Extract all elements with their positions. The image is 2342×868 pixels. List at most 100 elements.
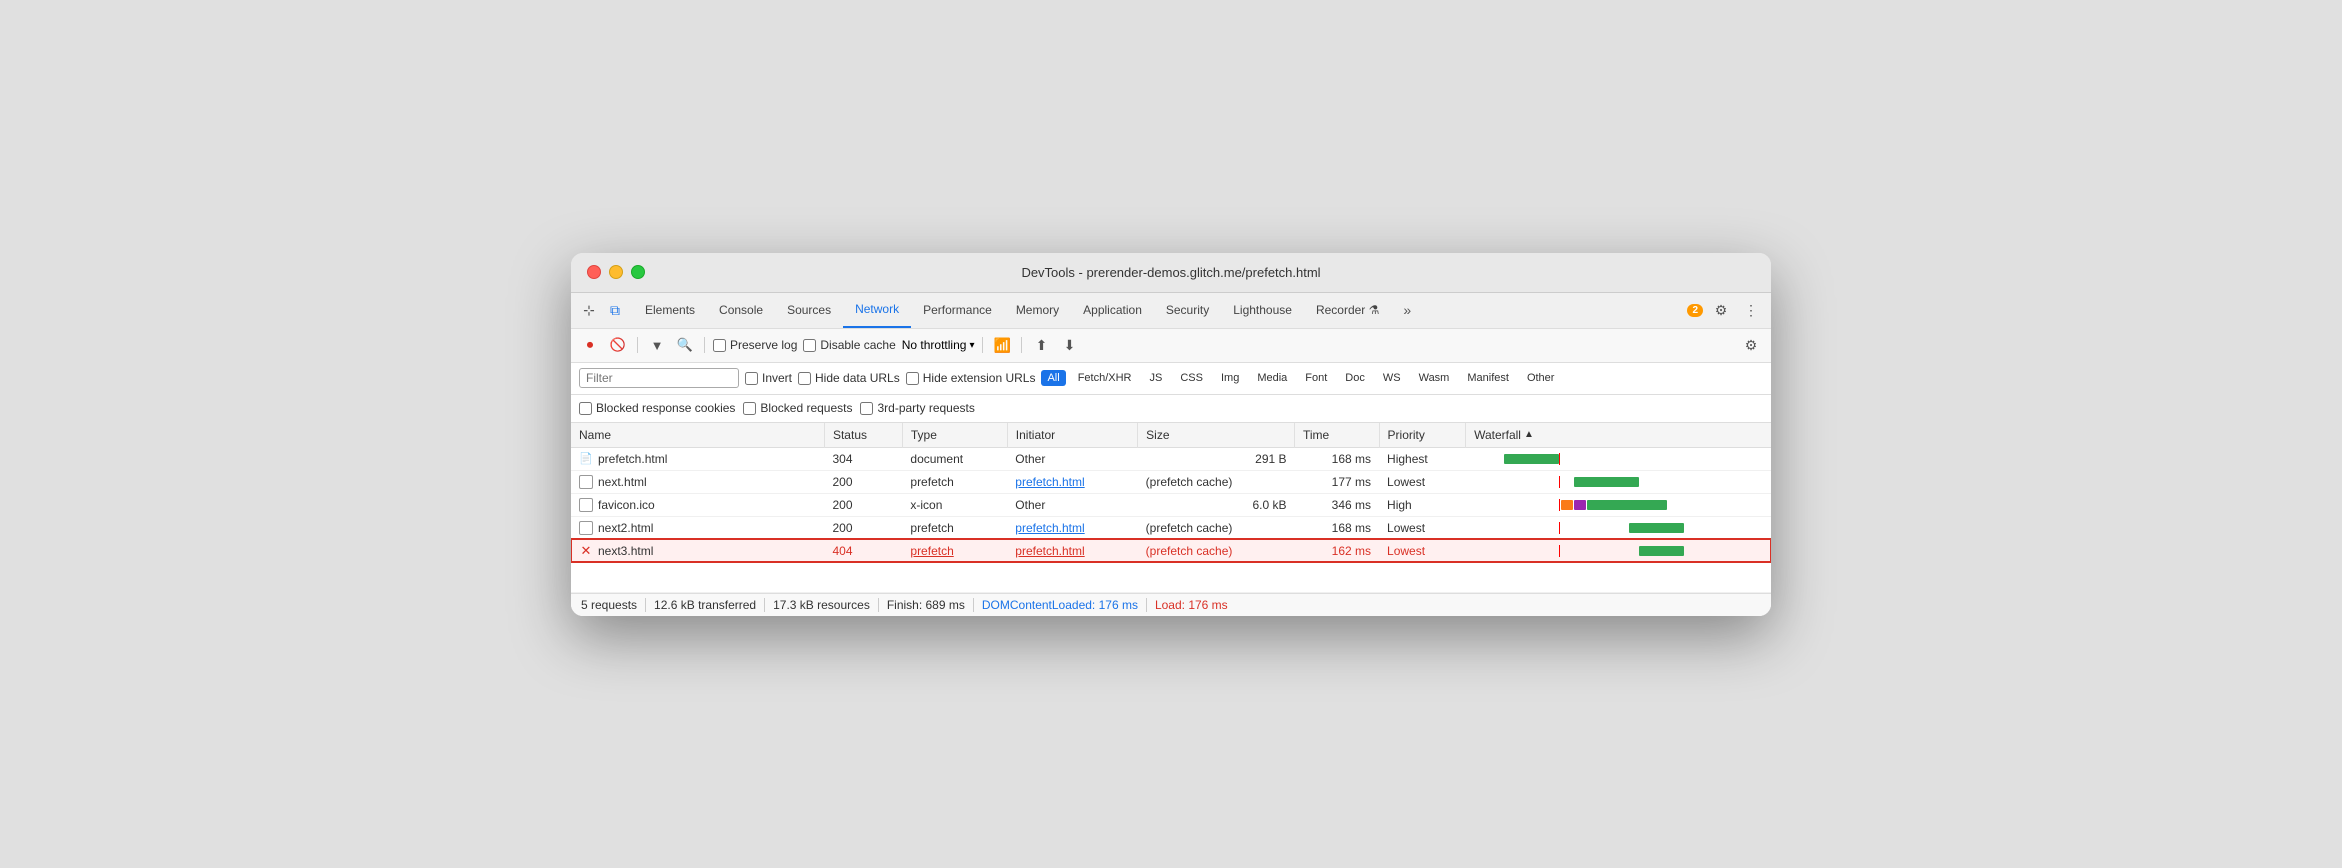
inspect-icon[interactable]: ⊹ bbox=[579, 300, 599, 320]
download-icon[interactable]: ⬇ bbox=[1058, 334, 1080, 356]
clear-button[interactable]: 🚫 bbox=[607, 334, 629, 356]
tab-security[interactable]: Security bbox=[1154, 293, 1221, 328]
cell-waterfall bbox=[1466, 470, 1771, 493]
table-row[interactable]: 📄 prefetch.html 304 document Other 291 B… bbox=[571, 447, 1771, 470]
blocked-requests-label[interactable]: Blocked requests bbox=[743, 401, 852, 415]
table-row[interactable]: next.html 200 prefetch prefetch.html (pr… bbox=[571, 470, 1771, 493]
tab-network[interactable]: Network bbox=[843, 293, 911, 328]
invert-checkbox[interactable] bbox=[745, 372, 758, 385]
filter-type-wasm[interactable]: Wasm bbox=[1413, 370, 1456, 386]
hide-data-urls-label[interactable]: Hide data URLs bbox=[798, 371, 900, 385]
filter-type-manifest[interactable]: Manifest bbox=[1461, 370, 1515, 386]
device-toggle-icon[interactable]: ⧉ bbox=[605, 300, 625, 320]
settings-icon[interactable]: ⚙ bbox=[1709, 298, 1733, 322]
cell-waterfall bbox=[1466, 516, 1771, 539]
search-icon[interactable]: 🔍 bbox=[674, 334, 696, 356]
filter-icon[interactable]: ▼ bbox=[646, 334, 668, 356]
sort-arrow-icon: ▲ bbox=[1524, 429, 1534, 440]
status-finish: Finish: 689 ms bbox=[879, 598, 974, 612]
status-resources: 17.3 kB resources bbox=[765, 598, 879, 612]
status-domcontentloaded: DOMContentLoaded: 176 ms bbox=[974, 598, 1147, 612]
filter-type-fetch[interactable]: Fetch/XHR bbox=[1072, 370, 1138, 386]
th-waterfall[interactable]: Waterfall ▲ bbox=[1466, 423, 1771, 448]
maximize-button[interactable] bbox=[631, 265, 645, 279]
cell-priority: High bbox=[1379, 493, 1466, 516]
filter-type-js[interactable]: JS bbox=[1144, 370, 1169, 386]
table-row[interactable]: next2.html 200 prefetch prefetch.html (p… bbox=[571, 516, 1771, 539]
upload-icon[interactable]: ⬆ bbox=[1030, 334, 1052, 356]
cell-name: favicon.ico bbox=[571, 493, 824, 516]
cell-size: (prefetch cache) bbox=[1138, 539, 1295, 562]
filter-input[interactable] bbox=[586, 371, 732, 385]
tab-bar-right: 2 ⚙ ⋮ bbox=[1687, 298, 1763, 322]
window-title: DevTools - prerender-demos.glitch.me/pre… bbox=[1021, 265, 1320, 280]
filter-type-doc[interactable]: Doc bbox=[1339, 370, 1371, 386]
cell-name: 📄 prefetch.html bbox=[571, 447, 824, 470]
th-name[interactable]: Name bbox=[571, 423, 824, 448]
tab-recorder[interactable]: Recorder ⚗ bbox=[1304, 293, 1391, 328]
blocked-cookies-label[interactable]: Blocked response cookies bbox=[579, 401, 735, 415]
cell-priority: Lowest bbox=[1379, 539, 1466, 562]
disable-cache-checkbox[interactable] bbox=[803, 339, 816, 352]
cell-initiator: prefetch.html bbox=[1007, 539, 1137, 562]
hide-ext-urls-checkbox[interactable] bbox=[906, 372, 919, 385]
invert-label[interactable]: Invert bbox=[745, 371, 792, 385]
filter-type-ws[interactable]: WS bbox=[1377, 370, 1407, 386]
preserve-log-checkbox[interactable] bbox=[713, 339, 726, 352]
checkbox-icon bbox=[579, 498, 593, 512]
cell-type: prefetch bbox=[902, 470, 1007, 493]
tab-more[interactable]: » bbox=[1391, 293, 1423, 328]
cell-time: 168 ms bbox=[1295, 516, 1380, 539]
close-button[interactable] bbox=[587, 265, 601, 279]
table-row-empty bbox=[571, 562, 1771, 592]
filter-type-font[interactable]: Font bbox=[1299, 370, 1333, 386]
th-size[interactable]: Size bbox=[1138, 423, 1295, 448]
cell-size: (prefetch cache) bbox=[1138, 516, 1295, 539]
tab-lighthouse[interactable]: Lighthouse bbox=[1221, 293, 1304, 328]
cell-status: 200 bbox=[824, 470, 902, 493]
record-stop-button[interactable]: ⏺ bbox=[579, 334, 601, 356]
traffic-lights bbox=[587, 265, 645, 279]
filter-type-media[interactable]: Media bbox=[1251, 370, 1293, 386]
preserve-log-label[interactable]: Preserve log bbox=[713, 338, 797, 352]
table-row[interactable]: ✕ next3.html 404 prefetch prefetch.html … bbox=[571, 539, 1771, 562]
disable-cache-label[interactable]: Disable cache bbox=[803, 338, 895, 352]
filter-input-wrap[interactable] bbox=[579, 368, 739, 388]
hide-ext-urls-label[interactable]: Hide extension URLs bbox=[906, 371, 1036, 385]
th-status[interactable]: Status bbox=[824, 423, 902, 448]
wifi-icon[interactable]: 📶 bbox=[991, 334, 1013, 356]
th-type[interactable]: Type bbox=[902, 423, 1007, 448]
th-priority[interactable]: Priority bbox=[1379, 423, 1466, 448]
blocked-cookies-checkbox[interactable] bbox=[579, 402, 592, 415]
tab-console[interactable]: Console bbox=[707, 293, 775, 328]
title-bar: DevTools - prerender-demos.glitch.me/pre… bbox=[571, 253, 1771, 293]
tab-elements[interactable]: Elements bbox=[633, 293, 707, 328]
blocked-requests-checkbox[interactable] bbox=[743, 402, 756, 415]
filter-type-other[interactable]: Other bbox=[1521, 370, 1561, 386]
tab-performance[interactable]: Performance bbox=[911, 293, 1004, 328]
tab-application[interactable]: Application bbox=[1071, 293, 1154, 328]
toolbar-separator-2 bbox=[704, 337, 705, 353]
status-requests: 5 requests bbox=[581, 598, 646, 612]
th-initiator[interactable]: Initiator bbox=[1007, 423, 1137, 448]
more-options-icon[interactable]: ⋮ bbox=[1739, 298, 1763, 322]
table-row[interactable]: favicon.ico 200 x-icon Other 6.0 kB 346 … bbox=[571, 493, 1771, 516]
cell-initiator: Other bbox=[1007, 447, 1137, 470]
network-settings-icon[interactable]: ⚙ bbox=[1739, 333, 1763, 357]
third-party-checkbox[interactable] bbox=[860, 402, 873, 415]
more-tabs-icon: » bbox=[1403, 302, 1411, 318]
cell-size: (prefetch cache) bbox=[1138, 470, 1295, 493]
filter-type-css[interactable]: CSS bbox=[1174, 370, 1209, 386]
tab-bar: ⊹ ⧉ Elements Console Sources Network Per… bbox=[571, 293, 1771, 329]
filter-type-img[interactable]: Img bbox=[1215, 370, 1245, 386]
hide-data-urls-checkbox[interactable] bbox=[798, 372, 811, 385]
minimize-button[interactable] bbox=[609, 265, 623, 279]
tab-memory[interactable]: Memory bbox=[1004, 293, 1071, 328]
th-time[interactable]: Time bbox=[1295, 423, 1380, 448]
third-party-label[interactable]: 3rd-party requests bbox=[860, 401, 974, 415]
throttle-select[interactable]: No throttling ▾ bbox=[902, 338, 975, 352]
tab-sources[interactable]: Sources bbox=[775, 293, 843, 328]
devtools-body: ⊹ ⧉ Elements Console Sources Network Per… bbox=[571, 293, 1771, 616]
filter-type-all[interactable]: All bbox=[1041, 370, 1065, 386]
cell-initiator: Other bbox=[1007, 493, 1137, 516]
